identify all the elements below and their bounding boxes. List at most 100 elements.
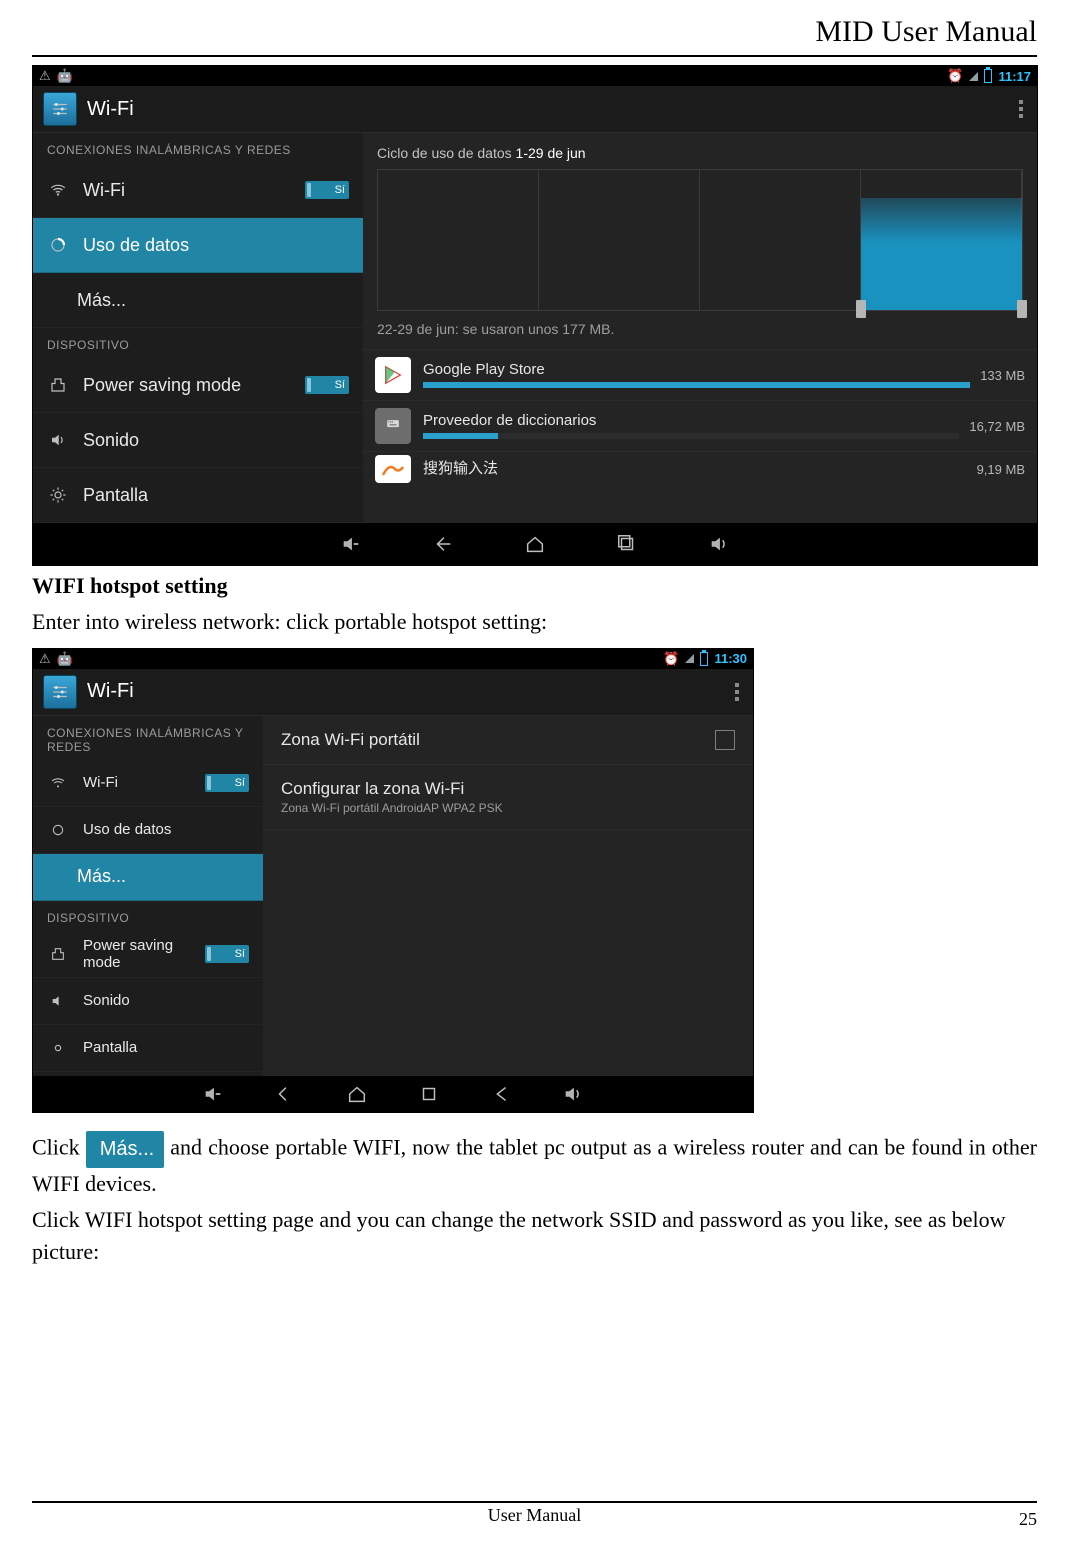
settings-icon[interactable]	[43, 92, 77, 126]
data-usage-icon	[47, 822, 69, 838]
wifi-icon	[47, 181, 69, 199]
chart-caption: 22-29 de jun: se usaron unos 177 MB.	[377, 321, 1023, 337]
cat-wireless: CONEXIONES INALÁMBRICAS Y REDES	[33, 133, 363, 163]
title-text: Wi-Fi	[87, 680, 731, 703]
label: Más...	[47, 290, 126, 311]
overflow-menu-icon[interactable]	[1015, 96, 1027, 122]
clock-text: 11:30	[714, 651, 747, 666]
volume-up-icon[interactable]	[562, 1083, 584, 1105]
instruction-line-1: Enter into wireless network: click porta…	[32, 606, 1037, 638]
option-title: Configurar la zona Wi-Fi	[281, 779, 735, 799]
doc-header: MID User Manual	[32, 15, 1037, 49]
sidebar-item-power-saving[interactable]: Power saving mode Sí	[33, 358, 363, 413]
status-bar: ⚠ 🤖 ⏰ 11:17	[33, 66, 1037, 86]
sidebar-item-sound[interactable]: Sonido	[33, 413, 363, 468]
data-usage-panel: Ciclo de uso de datos 1-29 de jun 22-29 …	[363, 133, 1037, 523]
app-row[interactable]: 搜狗输入法 9,19 MB	[363, 451, 1037, 486]
wifi-icon	[47, 775, 69, 791]
chart-title-range: 1-29 de jun	[516, 145, 586, 161]
screenshot-hotspot: ⚠ 🤖 ⏰ 11:30 Wi-Fi CONEXIONES INALÁMBRICA…	[32, 648, 754, 1113]
label: Pantalla	[83, 1039, 249, 1056]
label: Power saving mode	[83, 937, 205, 971]
sidebar-item-power-saving[interactable]: Power saving mode Sí	[33, 931, 263, 978]
back-icon[interactable]	[432, 533, 454, 555]
display-icon	[47, 486, 69, 504]
settings-icon[interactable]	[43, 675, 77, 709]
label: Sonido	[83, 430, 349, 451]
cat-wireless: CONEXIONES INALÁMBRICAS Y REDES	[33, 716, 263, 760]
volume-down-icon[interactable]	[340, 533, 362, 555]
page-number: 25	[1019, 1509, 1037, 1530]
chart-fill	[861, 198, 1022, 310]
chart-title: Ciclo de uso de datos 1-29 de jun	[377, 145, 1023, 161]
cat-device: DISPOSITIVO	[33, 328, 363, 358]
dictionary-provider-icon	[375, 408, 411, 444]
app-row[interactable]: Google Play Store 133 MB	[363, 349, 1037, 400]
settings-sidebar: CONEXIONES INALÁMBRICAS Y REDES Wi-Fi Sí…	[33, 716, 263, 1076]
option-title: Zona Wi-Fi portátil	[281, 730, 715, 750]
data-usage-chart[interactable]	[377, 169, 1023, 311]
nav-bar	[33, 1076, 753, 1112]
option-portable-hotspot[interactable]: Zona Wi-Fi portátil	[263, 716, 753, 765]
sidebar-item-data-usage[interactable]: Uso de datos	[33, 807, 263, 854]
wifi-toggle[interactable]: Sí	[305, 181, 349, 199]
sidebar-item-display[interactable]: Pantalla	[33, 468, 363, 523]
header-rule	[32, 55, 1037, 57]
data-usage-icon	[47, 236, 69, 254]
title-bar: Wi-Fi	[33, 669, 753, 716]
settings-sidebar: CONEXIONES INALÁMBRICAS Y REDES Wi-Fi Sí…	[33, 133, 363, 523]
range-handle-right[interactable]	[1017, 300, 1027, 318]
checkbox-icon[interactable]	[715, 730, 735, 750]
chart-title-prefix: Ciclo de uso de datos	[377, 145, 516, 161]
sound-icon	[47, 431, 69, 449]
app-size: 9,19 MB	[977, 462, 1025, 477]
app-size: 133 MB	[980, 368, 1025, 383]
overflow-menu-icon[interactable]	[731, 679, 743, 705]
android-icon: 🤖	[57, 68, 73, 84]
range-handle-left[interactable]	[856, 300, 866, 318]
power-toggle[interactable]: Sí	[305, 376, 349, 394]
power-toggle[interactable]: Sí	[205, 945, 249, 963]
usage-bar	[423, 433, 498, 439]
usage-bar	[423, 382, 970, 388]
battery-icon	[984, 69, 992, 83]
option-configure-hotspot[interactable]: Configurar la zona Wi-Fi Zona Wi-Fi port…	[263, 765, 753, 830]
home-icon[interactable]	[346, 1083, 368, 1105]
label: Wi-Fi	[83, 180, 305, 201]
wifi-signal-icon	[685, 654, 694, 663]
sidebar-item-display[interactable]: Pantalla	[33, 1025, 263, 1072]
sidebar-item-more[interactable]: Más...	[33, 273, 363, 328]
power-saving-icon	[47, 946, 69, 962]
wifi-toggle[interactable]: Sí	[205, 774, 249, 792]
title-text: Wi-Fi	[87, 98, 1015, 121]
nav-bar	[33, 523, 1037, 565]
volume-up-icon[interactable]	[708, 533, 730, 555]
label: Uso de datos	[83, 235, 349, 256]
app-name: 搜狗输入法	[423, 461, 967, 478]
text-segment: and choose portable WIFI, now the tablet…	[32, 1134, 1037, 1195]
paragraph-ssid: Click WIFI hotspot setting page and you …	[32, 1204, 1037, 1268]
recent-apps-icon[interactable]	[616, 533, 638, 555]
text-segment: Click	[32, 1134, 86, 1159]
status-bar: ⚠ 🤖 ⏰ 11:30	[33, 649, 753, 669]
home-icon[interactable]	[524, 533, 546, 555]
clock-text: 11:17	[998, 69, 1031, 84]
volume-down-icon[interactable]	[202, 1083, 224, 1105]
battery-icon	[700, 652, 708, 666]
title-bar: Wi-Fi	[33, 86, 1037, 133]
android-icon: 🤖	[57, 651, 73, 667]
sidebar-item-more[interactable]: Más...	[33, 854, 263, 901]
back-icon[interactable]	[274, 1083, 296, 1105]
page-footer: User Manual 25	[32, 1501, 1037, 1526]
recent-apps-icon[interactable]	[418, 1083, 440, 1105]
app-row[interactable]: Proveedor de diccionarios 16,72 MB	[363, 400, 1037, 451]
sidebar-item-wifi[interactable]: Wi-Fi Sí	[33, 163, 363, 218]
alarm-icon: ⏰	[947, 68, 963, 84]
screenshot-back-icon[interactable]	[490, 1083, 512, 1105]
sidebar-item-data-usage[interactable]: Uso de datos	[33, 218, 363, 273]
alarm-icon: ⏰	[663, 651, 679, 667]
footer-text: User Manual	[488, 1505, 581, 1525]
sidebar-item-sound[interactable]: Sonido	[33, 978, 263, 1025]
display-icon	[47, 1040, 69, 1056]
sidebar-item-wifi[interactable]: Wi-Fi Sí	[33, 760, 263, 807]
